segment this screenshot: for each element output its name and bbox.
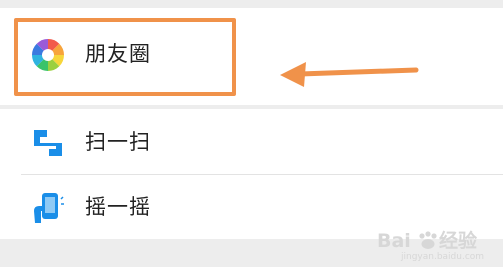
annotation-highlight-box <box>14 18 236 96</box>
baidu-paw-icon <box>419 231 437 249</box>
tools-group: 扫一扫 摇一摇 <box>0 109 503 239</box>
watermark-cn-text: 经验 <box>439 229 478 252</box>
shake-phone-icon <box>34 193 64 223</box>
left-arrow-icon <box>280 62 419 87</box>
scan-icon <box>34 130 62 156</box>
baidu-jingyan-watermark: Bai 经验 jingyan.baidu.com <box>377 229 484 261</box>
moments-group: 朋友圈 <box>0 8 503 105</box>
discover-menu-screen: 朋友圈 扫一扫 摇一摇 Bai 经验 jingyan.baidu.com <box>0 0 503 267</box>
menu-item-scan-label: 扫一扫 <box>85 130 151 154</box>
menu-item-shake-label: 摇一摇 <box>85 195 151 219</box>
watermark-bai-text: Bai <box>377 230 411 252</box>
watermark-sub-text: jingyan.baidu.com <box>400 252 484 261</box>
menu-item-scan[interactable]: 扫一扫 <box>0 110 503 175</box>
